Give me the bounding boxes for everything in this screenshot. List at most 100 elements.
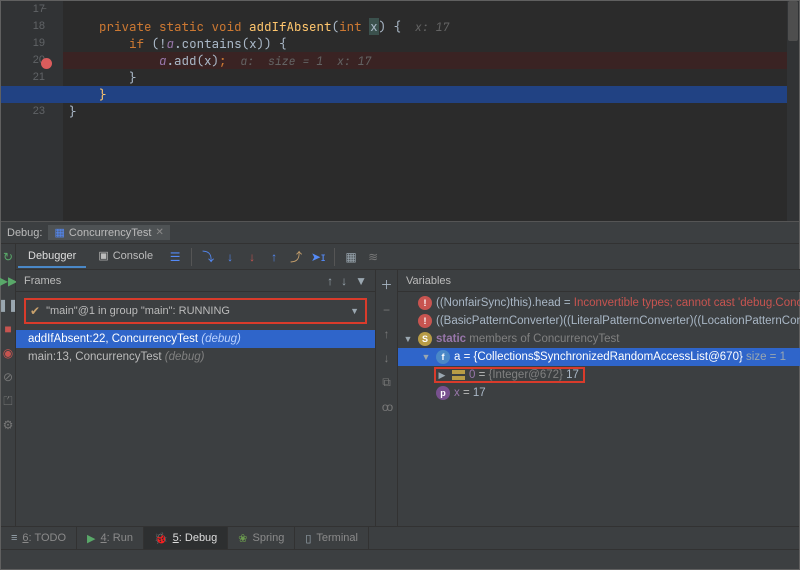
var-row[interactable]: ▼f a = {Collections$SynchronizedRandomAc… [398, 348, 800, 366]
code-editor[interactable]: 17 18 19 20 21 22 23 − ⌃ private static … [1, 1, 799, 221]
debug-toolbar: Debugger ▣Console ☰ ⤵ ↓ ↓ ↑ ⤴ ➤ɪ ▦ ≋ [16, 244, 800, 270]
list-icon: ≡ [11, 532, 17, 544]
vertical-scrollbar[interactable] [787, 1, 799, 221]
var-static-group[interactable]: ▼S static members of ConcurrencyTest [398, 330, 800, 348]
code-area[interactable]: private static void addIfAbsent(int x) {… [63, 1, 799, 221]
tab-run[interactable]: ▶4: Run [77, 527, 144, 549]
debug-main: Debugger ▣Console ☰ ⤵ ↓ ↓ ↑ ⤴ ➤ɪ ▦ ≋ F [16, 244, 800, 526]
step-into-icon[interactable]: ↓ [220, 247, 240, 267]
code-line[interactable]: } [63, 86, 799, 103]
next-frame-icon[interactable]: ↓ [341, 274, 347, 288]
resume-icon[interactable]: ▶▶ [1, 274, 15, 288]
step-over-icon[interactable]: ⤵ [198, 247, 218, 267]
code-line[interactable]: } [63, 69, 799, 86]
duplicate-watch-icon[interactable]: ⧉ [382, 375, 391, 390]
inline-hint: x: 17 [401, 20, 449, 35]
error-icon: ! [418, 296, 432, 310]
breakpoint-icon[interactable] [41, 58, 52, 69]
error-message: Inconvertible types; cannot cast 'debug.… [574, 297, 800, 309]
scroll-thumb[interactable] [788, 1, 798, 41]
collapse-icon[interactable]: ▼ [420, 352, 432, 362]
mute-breakpoints-icon[interactable]: ⊘ [1, 370, 15, 384]
tab-terminal[interactable]: ▯Terminal [295, 527, 369, 549]
run-to-cursor-icon[interactable]: ➤ɪ [308, 247, 328, 267]
thread-name: "main"@1 in group "main": RUNNING [46, 305, 230, 317]
var-row[interactable]: p x = 17 [398, 384, 800, 402]
keyword-token: int [339, 18, 369, 35]
settings-icon[interactable]: ⚙ [1, 418, 15, 432]
view-breakpoints-icon[interactable]: ◉ [1, 346, 15, 360]
spring-icon: ❀ [238, 532, 247, 545]
frame-package: (debug) [201, 333, 241, 345]
line-number[interactable]: 17 [1, 1, 45, 18]
filter-icon[interactable]: ▼ [355, 274, 367, 288]
remove-watch-icon[interactable]: − [383, 303, 390, 317]
frame-list[interactable]: addIfAbsent:22, ConcurrencyTest (debug) … [16, 330, 375, 366]
stop-icon[interactable]: ■ [1, 322, 15, 336]
variables-header: Variables [398, 270, 800, 292]
drop-frame-icon[interactable]: ⤴ [286, 247, 306, 267]
frame-location: main:13, ConcurrencyTest [28, 351, 165, 363]
param-icon: p [436, 386, 450, 400]
line-number[interactable]: 23 [1, 103, 45, 120]
fold-minus-icon[interactable]: − [41, 4, 47, 15]
frame-item[interactable]: addIfAbsent:22, ConcurrencyTest (debug) [16, 330, 375, 348]
prev-frame-icon[interactable]: ↑ [327, 274, 333, 288]
var-row[interactable]: ▶ 0 = {Integer@672} 17 [398, 366, 800, 384]
line-number[interactable]: 20 [1, 52, 45, 69]
frames-header: Frames ↑ ↓ ▼ [16, 270, 375, 292]
camera-icon[interactable]: ⏍ [1, 394, 15, 408]
punct-token: ( [332, 18, 340, 35]
pane-title: Variables [406, 275, 451, 287]
variables-tree[interactable]: ! ((NonfairSync)this).head = Inconvertib… [398, 292, 800, 526]
check-icon: ✔ [30, 304, 40, 318]
debug-header: Debug: ▦ ConcurrencyTest ✕ [1, 222, 799, 244]
move-up-icon[interactable]: ↑ [384, 327, 390, 341]
show-watches-icon[interactable]: oo [382, 400, 391, 414]
var-suffix: members of ConcurrencyTest [466, 333, 619, 345]
code-line[interactable]: a.add(x); a: size = 1 x: 17 [63, 52, 799, 69]
keyword-token: private static void [99, 18, 249, 35]
trace-current-stream-icon[interactable]: ≋ [363, 247, 383, 267]
pause-icon[interactable]: ❚❚ [1, 298, 15, 312]
tab-console[interactable]: ▣Console [88, 245, 163, 268]
expand-icon[interactable]: ▶ [436, 370, 448, 381]
collapse-icon[interactable]: ▼ [402, 334, 414, 344]
threads-icon[interactable]: ☰ [165, 247, 185, 267]
code-line[interactable]: } [63, 103, 799, 120]
code-line[interactable]: if (!a.contains(x)) { [63, 35, 799, 52]
editor-gutter[interactable]: 17 18 19 20 21 22 23 − ⌃ [1, 1, 63, 221]
tab-spring[interactable]: ❀ Spring [228, 527, 295, 549]
bottom-tool-tabs: ≡6: TODO ▶4: Run 🐞5: Debug ❀ Spring ▯Term… [1, 526, 799, 549]
code-line[interactable]: private static void addIfAbsent(int x) {… [63, 18, 799, 35]
tab-debug[interactable]: 🐞5: Debug [144, 527, 228, 549]
debug-body: ↻ ▶▶ ❚❚ ■ ◉ ⊘ ⏍ ⚙ Debugger ▣Console ☰ ⤵ … [1, 244, 799, 526]
watch-error-row[interactable]: ! ((NonfairSync)this).head = Inconvertib… [398, 294, 800, 312]
force-step-into-icon[interactable]: ↓ [242, 247, 262, 267]
step-out-icon[interactable]: ↑ [264, 247, 284, 267]
tab-todo[interactable]: ≡6: TODO [1, 527, 77, 549]
var-size: size = 1 [743, 351, 786, 363]
move-down-icon[interactable]: ↓ [384, 351, 390, 365]
pane-title: Frames [24, 275, 61, 287]
variables-pane: ＋ − ↑ ↓ ⧉ oo Variables ! [376, 270, 800, 526]
rerun-icon[interactable]: ↻ [1, 250, 15, 264]
tab-label: : Debug [179, 532, 218, 544]
new-watch-icon[interactable]: ＋ [380, 276, 392, 293]
watch-error-row[interactable]: ! ((BasicPatternConverter)((LiteralPatte… [398, 312, 800, 330]
tab-label: Spring [253, 532, 285, 544]
frame-item[interactable]: main:13, ConcurrencyTest (debug) [16, 348, 375, 366]
code-line[interactable] [63, 1, 799, 18]
thread-selector[interactable]: ✔ "main"@1 in group "main": RUNNING ▼ [24, 298, 367, 324]
line-number[interactable]: 18 [1, 18, 45, 35]
evaluate-expression-icon[interactable]: ▦ [341, 247, 361, 267]
punct-token: ; [219, 52, 227, 69]
close-icon[interactable]: ✕ [155, 227, 163, 238]
method-token: addIfAbsent [249, 18, 332, 35]
line-number[interactable]: 19 [1, 35, 45, 52]
tab-debugger[interactable]: Debugger [18, 246, 86, 268]
var-type: {Collections$SynchronizedRandomAccessLis… [474, 351, 743, 363]
run-config-tab[interactable]: ▦ ConcurrencyTest ✕ [48, 225, 169, 240]
chevron-down-icon: ▼ [350, 306, 359, 316]
line-number[interactable]: 21 [1, 69, 45, 86]
